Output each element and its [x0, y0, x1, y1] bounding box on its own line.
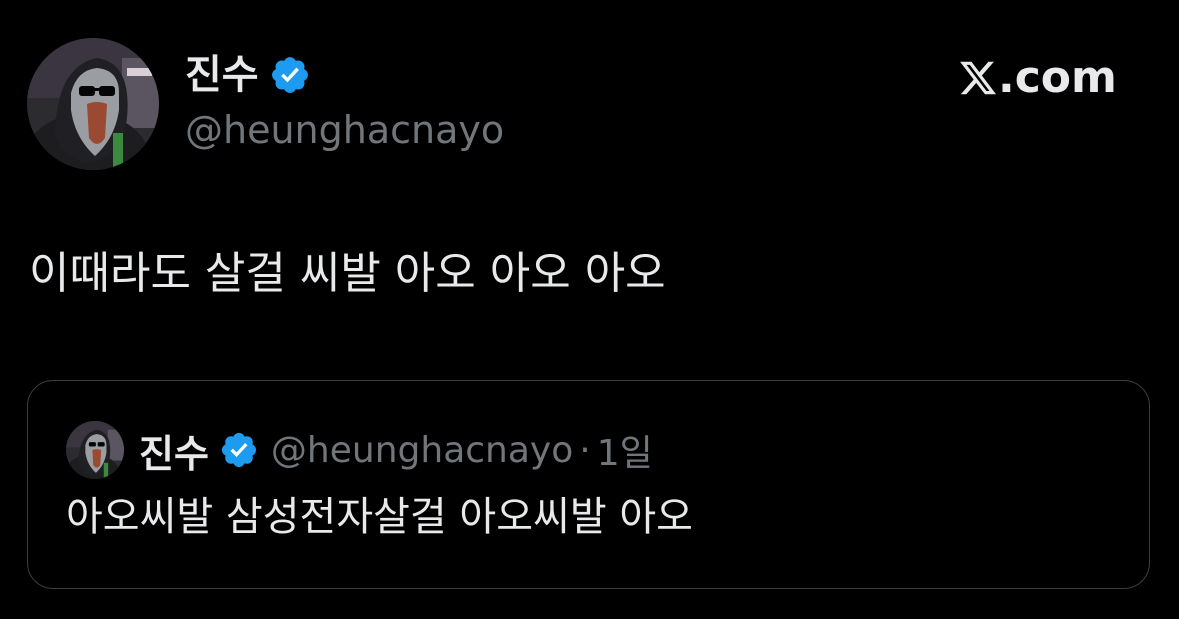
quoted-author-avatar[interactable] — [66, 421, 124, 479]
brand-watermark: .com — [958, 52, 1117, 104]
quoted-tweet-timestamp[interactable]: 1일 — [597, 424, 653, 476]
quoted-author-handle[interactable]: @heunghacnayo — [271, 430, 573, 471]
masked-figure-avatar-icon — [66, 421, 124, 479]
author-display-name[interactable]: 진수 — [185, 55, 259, 95]
author-name-row: 진수 — [185, 50, 311, 100]
brand-domain: .com — [998, 52, 1117, 103]
verified-badge-icon — [271, 57, 308, 93]
verified-badge-icon — [221, 432, 257, 468]
quoted-tweet-header: 진수 @heunghacnayo · 1일 — [66, 421, 653, 479]
quoted-tweet-text: 아오씨발 삼성전자살걸 아오씨발 아오 — [66, 494, 693, 540]
dot-separator: · — [579, 429, 591, 471]
quoted-tweet-card[interactable]: 진수 @heunghacnayo · 1일 아오씨발 삼성전자살걸 아오씨발 아… — [27, 380, 1150, 589]
x-logo-icon — [960, 61, 997, 95]
main-avatar[interactable] — [27, 38, 159, 170]
tweet-text: 이때라도 살걸 씨발 아오 아오 아오 — [29, 248, 666, 299]
masked-figure-avatar-icon — [27, 38, 159, 170]
author-handle[interactable]: @heunghacnayo — [185, 108, 504, 154]
quoted-author-display-name[interactable]: 진수 — [139, 423, 209, 478]
